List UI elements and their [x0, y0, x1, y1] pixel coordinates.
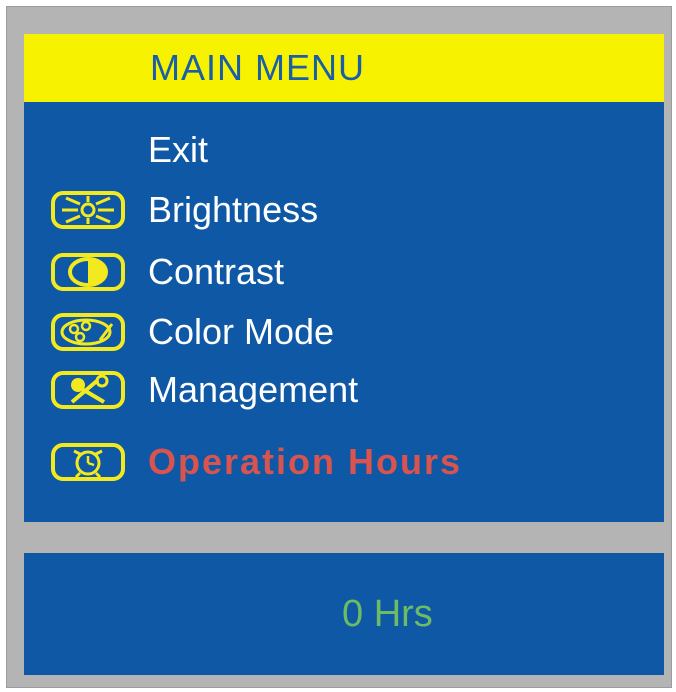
- menu-title-bar: MAIN MENU: [24, 34, 664, 102]
- operation-hours-icon: [50, 442, 126, 482]
- operation-hours-value: 0 Hrs: [342, 593, 433, 635]
- color-mode-icon: [50, 312, 126, 352]
- menu-item-management[interactable]: Management: [24, 364, 664, 420]
- menu-item-color-mode[interactable]: Color Mode: [24, 306, 664, 362]
- osd-main-menu: MAIN MENU Exit Brightness Contrast Color…: [24, 34, 664, 522]
- menu-item-label: Operation Hours: [148, 441, 463, 482]
- menu-item-label: Contrast: [148, 251, 285, 292]
- menu-item-label: Management: [148, 369, 359, 410]
- menu-item-operation-hours[interactable]: Operation Hours: [24, 436, 664, 492]
- contrast-icon: [50, 252, 126, 292]
- management-icon: [50, 370, 126, 410]
- menu-title: MAIN MENU: [150, 47, 365, 88]
- menu-item-label: Exit: [148, 129, 209, 170]
- menu-item-brightness[interactable]: Brightness: [24, 184, 664, 240]
- menu-item-exit[interactable]: Exit: [24, 124, 664, 180]
- operation-hours-panel: 0 Hrs: [24, 553, 664, 675]
- menu-item-label: Brightness: [148, 189, 319, 230]
- menu-item-label: Color Mode: [148, 311, 335, 352]
- menu-item-contrast[interactable]: Contrast: [24, 246, 664, 302]
- brightness-icon: [50, 190, 126, 230]
